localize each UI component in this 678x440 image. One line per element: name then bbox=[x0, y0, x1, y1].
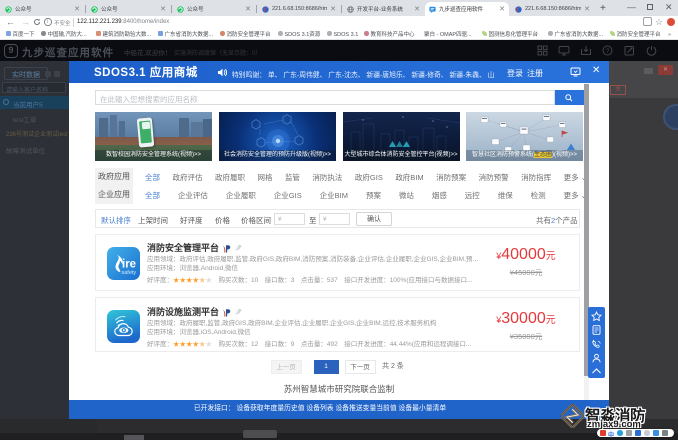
svg-text:?: ? bbox=[606, 48, 610, 55]
svg-text:safety: safety bbox=[122, 270, 137, 276]
svg-text:ire: ire bbox=[122, 259, 136, 271]
